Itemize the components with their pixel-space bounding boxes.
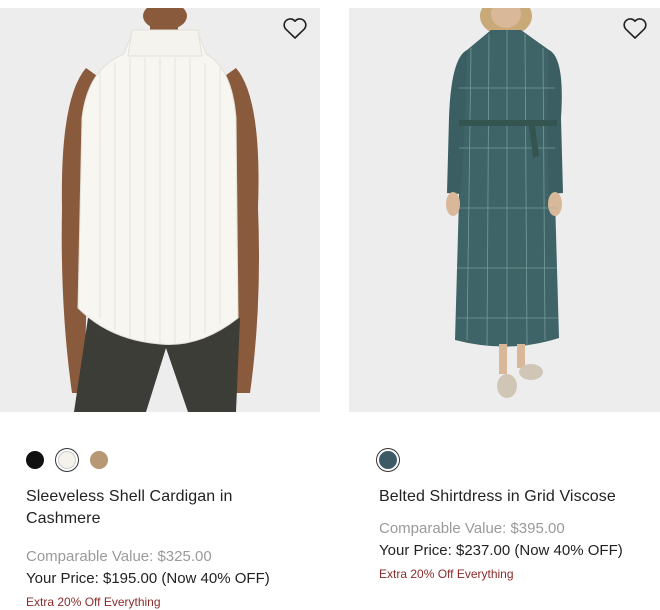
product-photo-shirtdress: [349, 8, 660, 412]
wishlist-heart-icon[interactable]: [622, 16, 648, 40]
product-image[interactable]: [349, 8, 660, 412]
your-price: Your Price: $195.00 (Now 40% OFF): [26, 570, 270, 587]
comparable-value: Comparable Value: $395.00: [379, 520, 565, 537]
color-swatches: [379, 448, 660, 472]
product-card[interactable]: Belted Shirtdress in Grid Viscose Compar…: [349, 8, 660, 582]
swatch-camel[interactable]: [90, 451, 108, 469]
product-name[interactable]: Sleeveless Shell Cardigan in Cashmere: [26, 486, 286, 530]
promo-text: Extra 20% Off Everything: [26, 595, 161, 609]
product-name[interactable]: Belted Shirtdress in Grid Viscose: [379, 486, 649, 508]
product-photo-cardigan: [0, 8, 320, 412]
product-image[interactable]: [0, 8, 320, 412]
your-price: Your Price: $237.00 (Now 40% OFF): [379, 542, 623, 559]
wishlist-heart-icon[interactable]: [282, 16, 308, 40]
color-swatches: [26, 448, 320, 472]
swatch-teal-grid[interactable]: [379, 451, 397, 469]
comparable-value: Comparable Value: $325.00: [26, 548, 212, 565]
promo-text: Extra 20% Off Everything: [379, 567, 514, 581]
product-card[interactable]: Sleeveless Shell Cardigan in Cashmere Co…: [0, 8, 320, 610]
swatch-ivory[interactable]: [58, 451, 76, 469]
swatch-black[interactable]: [26, 451, 44, 469]
